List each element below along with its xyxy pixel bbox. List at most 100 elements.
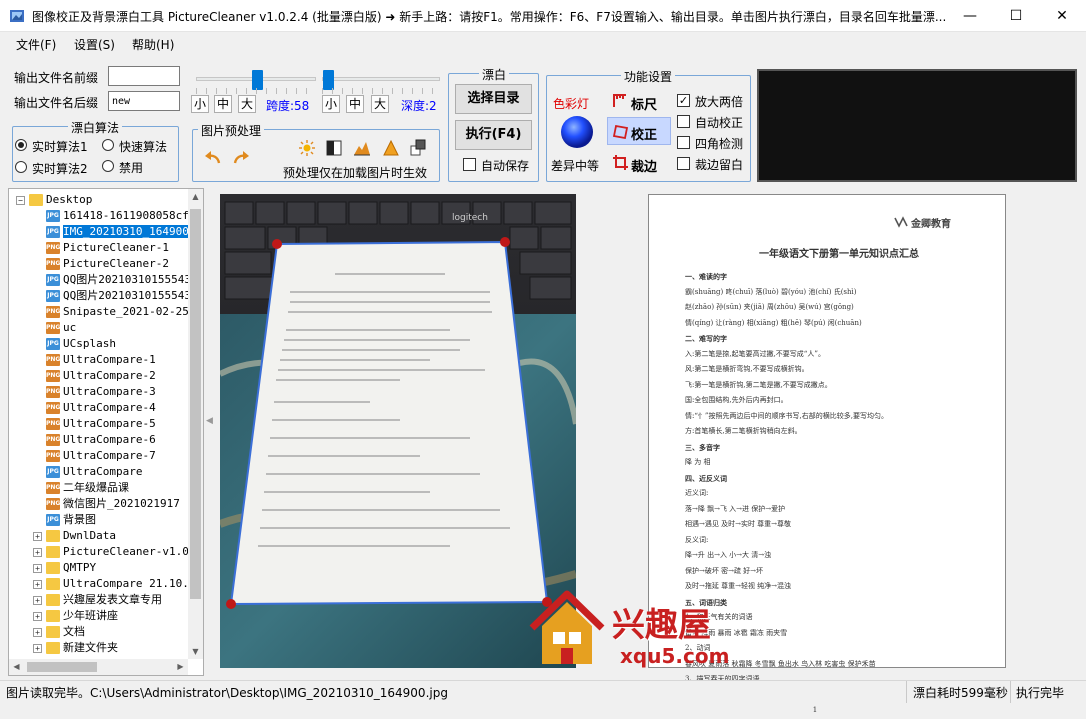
tree-root[interactable]: − F Desktop [16,192,92,208]
expand-icon[interactable]: + [33,579,42,589]
algo-fast-label[interactable]: 快速算法 [119,138,167,155]
brightness-icon[interactable] [299,140,315,159]
expand-icon[interactable]: + [33,563,42,573]
tree-file[interactable]: JPG 161418-1611908058cf [46,208,188,224]
contrast-icon[interactable] [326,140,342,159]
corner-detect-checkbox[interactable] [677,136,690,149]
algo-disable-label[interactable]: 禁用 [119,159,143,176]
autosave-checkbox[interactable] [463,158,476,171]
color-lamp-icon[interactable] [560,115,594,152]
png-file-icon: PNG [46,402,60,414]
jpg-file-icon: JPG [46,210,60,222]
span-medium-button[interactable]: 中 [214,95,232,113]
crop-label[interactable]: 裁边 [631,156,657,175]
tree-folder[interactable]: + F 文档 [33,624,85,640]
crop-tool-icon[interactable] [410,139,428,159]
tree-folder[interactable]: + F UltraCompare 21.10.0 [33,576,188,592]
tree-file[interactable]: JPG UCsplash [46,336,116,352]
folder-icon: F [46,530,60,542]
menu-file[interactable]: 文件(F) [16,36,56,53]
levels-icon[interactable] [353,140,371,159]
tree-file[interactable]: PNG uc [46,320,76,336]
suffix-input[interactable] [108,91,180,111]
maximize-button[interactable]: ☐ [993,0,1039,32]
menu-settings[interactable]: 设置(S) [74,36,115,53]
algo-realtime2-radio[interactable] [15,161,27,173]
tree-file[interactable]: PNG UltraCompare-2 [46,368,156,384]
tree-file[interactable]: JPG UltraCompare [46,464,142,480]
expand-icon[interactable]: + [33,531,42,541]
crop-margin-checkbox[interactable] [677,157,690,170]
algo-fast-radio[interactable] [102,139,114,151]
tree-file[interactable]: PNG UltraCompare-4 [46,400,156,416]
expand-icon[interactable]: + [33,595,42,605]
tree-file[interactable]: JPG QQ图片20210310155543 [46,288,188,304]
span-small-button[interactable]: 小 [191,95,209,113]
zoom2x-label[interactable]: 放大两倍 [695,93,743,110]
expand-icon[interactable]: + [33,547,42,557]
folder-icon: F [46,642,60,654]
tree-file[interactable]: JPG IMG_20210310_164900 [46,224,188,240]
expand-icon[interactable]: + [33,627,42,637]
prefix-input[interactable] [108,66,180,86]
expand-icon[interactable]: + [33,611,42,621]
tree-item-label: UltraCompare-4 [63,401,156,414]
depth-large-button[interactable]: 大 [371,95,389,113]
crop-margin-label[interactable]: 裁边留白 [695,156,743,173]
depth-slider-track[interactable] [322,77,440,81]
sharpen-icon[interactable] [383,139,399,159]
algo-disable-radio[interactable] [102,160,114,172]
tree-file[interactable]: PNG 二年级爆品课 [46,480,129,496]
tree-file[interactable]: PNG UltraCompare-6 [46,432,156,448]
close-button[interactable]: ✕ [1039,0,1085,32]
original-image-view[interactable]: logitech [220,194,576,668]
tree-folder[interactable]: + F 兴趣屋发表文章专用 [33,592,162,608]
processed-document-view[interactable]: 金卿教育 一年级语文下册第一单元知识点汇总 一、难读的字 霸(shuāng) 咚(… [648,194,1006,714]
menu-help[interactable]: 帮助(H) [132,36,174,53]
span-slider-thumb[interactable] [252,70,263,90]
tree-file[interactable]: PNG 微信图片_2021021917 [46,496,180,512]
panel-splitter[interactable]: ◀ [205,188,215,676]
tree-folder[interactable]: + F 少年班讲座 [33,608,118,624]
depth-small-button[interactable]: 小 [322,95,340,113]
undo-icon[interactable] [204,150,222,169]
ruler-label[interactable]: 标尺 [631,94,657,113]
tree-file[interactable]: JPG QQ图片20210310155543 [46,272,188,288]
doc-line: 2、动词 [685,644,711,652]
algo-realtime1-label[interactable]: 实时算法1 [32,138,88,155]
execute-button[interactable]: 执行(F4) [455,120,532,150]
expand-icon[interactable]: + [33,643,42,653]
minimize-button[interactable]: — [947,0,993,32]
tree-vertical-scrollbar[interactable]: ▲ ▼ [188,189,203,659]
tree-file[interactable]: PNG Snipaste_2021-02-25_ [46,304,188,320]
tree-file[interactable]: PNG UltraCompare-3 [46,384,156,400]
redo-icon[interactable] [232,150,250,169]
crop-icon[interactable] [612,155,629,173]
auto-correct-checkbox[interactable] [677,115,690,128]
tree-folder[interactable]: + F PictureCleaner-v1.0 [33,544,188,560]
tree-file[interactable]: PNG PictureCleaner-2 [46,256,169,272]
algo-realtime1-radio[interactable] [15,139,27,151]
tree-file[interactable]: PNG UltraCompare-7 [46,448,156,464]
depth-medium-button[interactable]: 中 [346,95,364,113]
algo-realtime2-label[interactable]: 实时算法2 [32,160,88,177]
autosave-label[interactable]: 自动保存 [481,157,529,174]
tree-folder[interactable]: + F QMTPY [33,560,96,576]
tree-folder[interactable]: + F DwnlData [33,528,116,544]
auto-correct-label[interactable]: 自动校正 [695,114,743,131]
tree-folder[interactable]: + F 新建文件夹 [33,640,118,656]
corner-detect-label[interactable]: 四角检测 [695,135,743,152]
select-directory-button[interactable]: 选择目录 [455,84,532,114]
ruler-icon[interactable] [612,93,629,111]
span-large-button[interactable]: 大 [238,95,256,113]
zoom2x-checkbox[interactable]: ✓ [677,94,690,107]
tree-file[interactable]: PNG UltraCompare-5 [46,416,156,432]
jpg-file-icon: JPG [46,226,60,238]
tree-file[interactable]: PNG PictureCleaner-1 [46,240,169,256]
tree-file[interactable]: JPG 背景图 [46,512,96,528]
tree-horizontal-scrollbar[interactable]: ◀ ▶ [9,659,188,675]
bleach-title: 漂白 [479,66,510,83]
doc-line: 五、词语归类 [685,597,727,607]
tree-file[interactable]: PNG UltraCompare-1 [46,352,156,368]
depth-slider-thumb[interactable] [323,70,334,90]
